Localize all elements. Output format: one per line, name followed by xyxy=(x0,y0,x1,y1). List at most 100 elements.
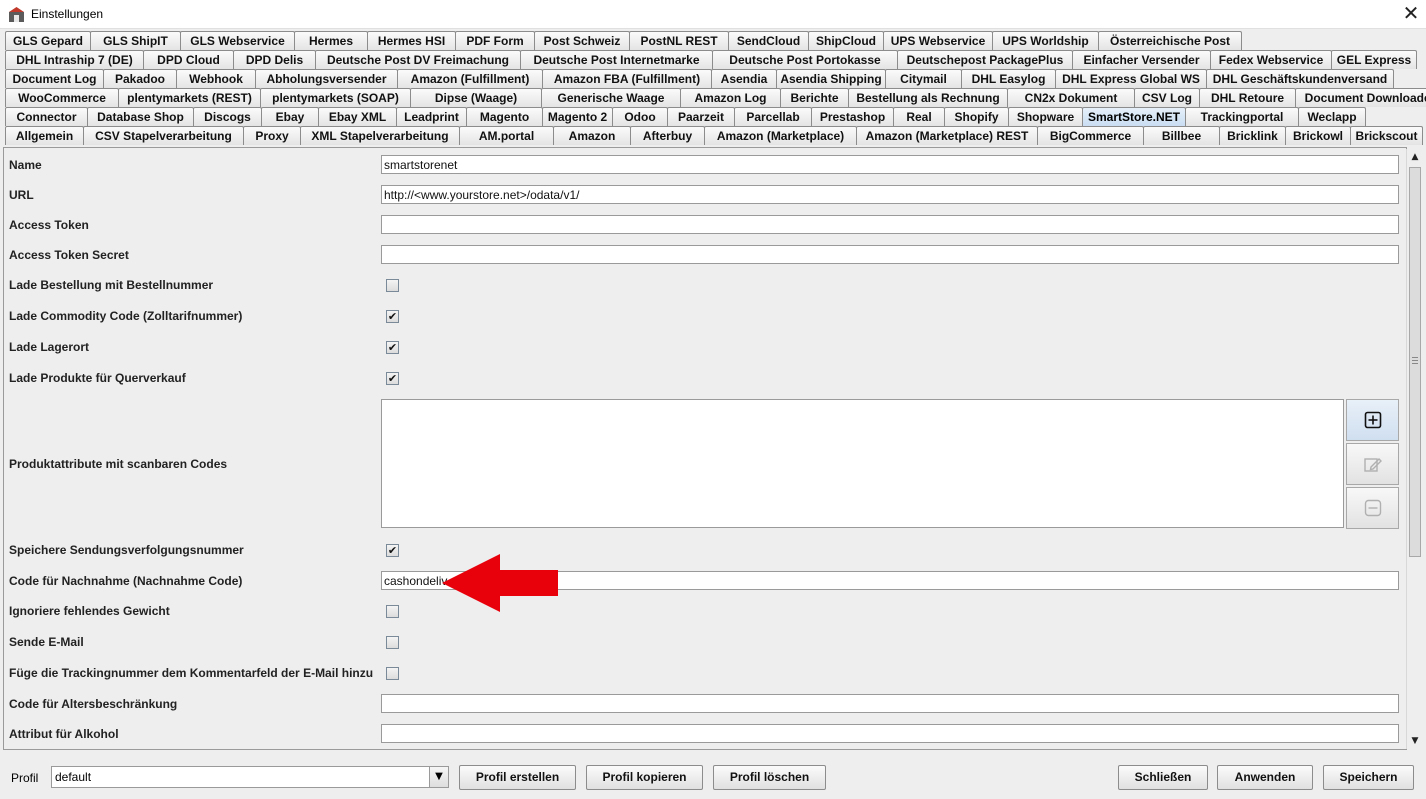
tab-ebay[interactable]: Ebay xyxy=(261,107,319,126)
tab-citymail[interactable]: Citymail xyxy=(885,69,962,88)
name-input[interactable] xyxy=(381,155,1399,174)
speichere-checkbox[interactable]: ✔ xyxy=(386,544,399,557)
lade-bestellung-checkbox[interactable] xyxy=(386,279,399,292)
tab-ups-worldship[interactable]: UPS Worldship xyxy=(992,31,1099,50)
profil-select[interactable]: default ▼ xyxy=(51,766,449,788)
anwenden-button[interactable]: Anwenden xyxy=(1217,765,1313,790)
tab-amazon[interactable]: Amazon xyxy=(553,126,631,145)
tab-amazon-marketplace-rest[interactable]: Amazon (Marketplace) REST xyxy=(856,126,1038,145)
tab-deutschepost-packageplus[interactable]: Deutschepost PackagePlus xyxy=(897,50,1073,69)
ignoriere-checkbox[interactable] xyxy=(386,605,399,618)
tab-shipcloud[interactable]: ShipCloud xyxy=(808,31,884,50)
tab-amazon-fba-fulfillment[interactable]: Amazon FBA (Fulfillment) xyxy=(542,69,712,88)
tab-amazon-marketplace[interactable]: Amazon (Marketplace) xyxy=(704,126,857,145)
lade-commodity-checkbox[interactable]: ✔ xyxy=(386,310,399,323)
tab-dpd-cloud[interactable]: DPD Cloud xyxy=(143,50,234,69)
tab-deutsche-post-dv-freimachung[interactable]: Deutsche Post DV Freimachung xyxy=(315,50,521,69)
tab-real[interactable]: Real xyxy=(893,107,945,126)
tab-webhook[interactable]: Webhook xyxy=(176,69,256,88)
tab-österreichische-post[interactable]: Österreichische Post xyxy=(1098,31,1242,50)
profil-loeschen-button[interactable]: Profil löschen xyxy=(713,765,826,790)
tab-deutsche-post-portokasse[interactable]: Deutsche Post Portokasse xyxy=(712,50,898,69)
tab-weclapp[interactable]: Weclapp xyxy=(1298,107,1366,126)
tab-billbee[interactable]: Billbee xyxy=(1143,126,1220,145)
tab-magento-2[interactable]: Magento 2 xyxy=(542,107,613,126)
tab-gel-express[interactable]: GEL Express xyxy=(1331,50,1417,69)
scroll-down-icon[interactable]: ▼ xyxy=(1407,733,1423,749)
access-token-input[interactable] xyxy=(381,215,1399,234)
tab-ups-webservice[interactable]: UPS Webservice xyxy=(883,31,993,50)
chevron-down-icon[interactable]: ▼ xyxy=(429,767,448,787)
remove-attribute-button[interactable] xyxy=(1346,487,1399,529)
tab-shopify[interactable]: Shopify xyxy=(944,107,1009,126)
tab-database-shop[interactable]: Database Shop xyxy=(87,107,194,126)
tab-proxy[interactable]: Proxy xyxy=(243,126,301,145)
tab-bricklink[interactable]: Bricklink xyxy=(1219,126,1286,145)
schliessen-button[interactable]: Schließen xyxy=(1118,765,1208,790)
speichern-button[interactable]: Speichern xyxy=(1323,765,1414,790)
lade-lagerort-checkbox[interactable]: ✔ xyxy=(386,341,399,354)
tab-asendia-shipping[interactable]: Asendia Shipping xyxy=(776,69,886,88)
tab-deutsche-post-internetmarke[interactable]: Deutsche Post Internetmarke xyxy=(520,50,713,69)
tab-sendcloud[interactable]: SendCloud xyxy=(728,31,809,50)
edit-attribute-button[interactable] xyxy=(1346,443,1399,485)
add-attribute-button[interactable] xyxy=(1346,399,1399,441)
sende-email-checkbox[interactable] xyxy=(386,636,399,649)
tab-discogs[interactable]: Discogs xyxy=(193,107,262,126)
tab-plentymarkets-rest[interactable]: plentymarkets (REST) xyxy=(118,88,261,107)
tab-plentymarkets-soap[interactable]: plentymarkets (SOAP) xyxy=(260,88,411,107)
tab-ebay-xml[interactable]: Ebay XML xyxy=(318,107,397,126)
tab-asendia[interactable]: Asendia xyxy=(711,69,777,88)
tab-gls-webservice[interactable]: GLS Webservice xyxy=(180,31,295,50)
tab-dipse-waage[interactable]: Dipse (Waage) xyxy=(410,88,542,107)
fuege-tracking-checkbox[interactable] xyxy=(386,667,399,680)
tab-brickscout[interactable]: Brickscout xyxy=(1350,126,1423,145)
profil-kopieren-button[interactable]: Profil kopieren xyxy=(586,765,703,790)
tab-fedex-webservice[interactable]: Fedex Webservice xyxy=(1210,50,1332,69)
tab-gls-shipit[interactable]: GLS ShipIT xyxy=(90,31,181,50)
close-window-button[interactable]: ✕ xyxy=(1396,0,1426,29)
tab-connector[interactable]: Connector xyxy=(5,107,88,126)
tab-xml-stapelverarbeitung[interactable]: XML Stapelverarbeitung xyxy=(300,126,460,145)
tab-abholungsversender[interactable]: Abholungsversender xyxy=(255,69,398,88)
tab-post-schweiz[interactable]: Post Schweiz xyxy=(534,31,630,50)
tab-am-portal[interactable]: AM.portal xyxy=(459,126,554,145)
tab-allgemein[interactable]: Allgemein xyxy=(5,126,84,145)
produktattribute-list[interactable] xyxy=(381,399,1344,528)
tab-document-downloader[interactable]: Document Downloader xyxy=(1295,88,1426,107)
tab-generische-waage[interactable]: Generische Waage xyxy=(541,88,681,107)
tab-dhl-geschäftskundenversand[interactable]: DHL Geschäftskundenversand xyxy=(1206,69,1394,88)
tab-trackingportal[interactable]: Trackingportal xyxy=(1185,107,1299,126)
lade-produkte-checkbox[interactable]: ✔ xyxy=(386,372,399,385)
tab-hermes-hsi[interactable]: Hermes HSI xyxy=(367,31,456,50)
tab-einfacher-versender[interactable]: Einfacher Versender xyxy=(1072,50,1211,69)
tab-smartstore-net[interactable]: SmartStore.NET xyxy=(1082,107,1186,126)
tab-berichte[interactable]: Berichte xyxy=(780,88,849,107)
tab-gls-gepard[interactable]: GLS Gepard xyxy=(5,31,91,50)
tab-dhl-easylog[interactable]: DHL Easylog xyxy=(961,69,1056,88)
tab-pakadoo[interactable]: Pakadoo xyxy=(103,69,177,88)
alkohol-input[interactable] xyxy=(381,724,1399,743)
tab-amazon-log[interactable]: Amazon Log xyxy=(680,88,781,107)
tab-csv-log[interactable]: CSV Log xyxy=(1134,88,1200,107)
tab-postnl-rest[interactable]: PostNL REST xyxy=(629,31,729,50)
tab-leadprint[interactable]: Leadprint xyxy=(396,107,467,126)
profil-erstellen-button[interactable]: Profil erstellen xyxy=(459,765,576,790)
tab-bestellung-als-rechnung[interactable]: Bestellung als Rechnung xyxy=(848,88,1008,107)
scroll-up-icon[interactable]: ▲ xyxy=(1407,149,1423,165)
tab-shopware[interactable]: Shopware xyxy=(1008,107,1083,126)
tab-bigcommerce[interactable]: BigCommerce xyxy=(1037,126,1144,145)
tab-magento[interactable]: Magento xyxy=(466,107,543,126)
access-token-secret-input[interactable] xyxy=(381,245,1399,264)
tab-paarzeit[interactable]: Paarzeit xyxy=(667,107,735,126)
tab-prestashop[interactable]: Prestashop xyxy=(811,107,894,126)
tab-csv-stapelverarbeitung[interactable]: CSV Stapelverarbeitung xyxy=(83,126,244,145)
tab-hermes[interactable]: Hermes xyxy=(294,31,368,50)
url-input[interactable] xyxy=(381,185,1399,204)
tab-dhl-express-global-ws[interactable]: DHL Express Global WS xyxy=(1055,69,1207,88)
tab-parcellab[interactable]: Parcellab xyxy=(734,107,812,126)
tab-amazon-fulfillment[interactable]: Amazon (Fulfillment) xyxy=(397,69,543,88)
tab-odoo[interactable]: Odoo xyxy=(612,107,668,126)
tab-brickowl[interactable]: Brickowl xyxy=(1285,126,1351,145)
tab-cn2x-dokument[interactable]: CN2x Dokument xyxy=(1007,88,1135,107)
